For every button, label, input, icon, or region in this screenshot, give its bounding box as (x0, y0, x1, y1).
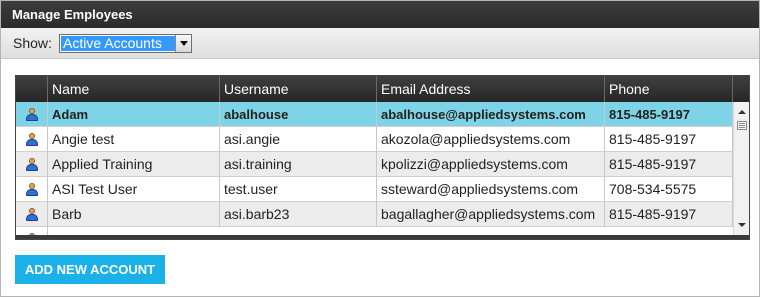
chevron-down-icon[interactable] (175, 35, 191, 52)
column-header-username[interactable]: Username (220, 76, 377, 102)
table-row[interactable]: Applied Training asi.training kpolizzi@a… (16, 152, 733, 177)
show-label: Show: (13, 35, 52, 51)
cell-name: Adam (48, 102, 220, 127)
cell-phone: 815-485-9197 (605, 102, 733, 127)
cell-email: akozola@appliedsystems.com (377, 127, 605, 152)
cell-username: abalhouse (220, 102, 377, 127)
cell-phone: 815-485-9197 (605, 152, 733, 177)
cell-username: asi.training (220, 152, 377, 177)
scroll-thumb[interactable] (737, 121, 747, 130)
cell-name: Applied Training (48, 152, 220, 177)
user-icon (16, 177, 48, 202)
table-scrollbar[interactable] (733, 102, 749, 235)
scroll-up-icon[interactable] (738, 110, 746, 114)
cell-email: ssteward@appliedsystems.com (377, 177, 605, 202)
icon-column-header (16, 76, 48, 102)
cell-email: abalhouse@appliedsystems.com (377, 102, 605, 127)
cell-name: Barb (48, 202, 220, 227)
panel-title: Manage Employees (1, 1, 759, 28)
table-row[interactable]: Angie test asi.angie akozola@appliedsyst… (16, 127, 733, 152)
table-footer (16, 235, 749, 239)
table-row[interactable]: ASI Test User test.user ssteward@applied… (16, 177, 733, 202)
table-row[interactable]: Barb asi.barb23 bagallagher@appliedsyste… (16, 202, 733, 227)
cell-phone: 708-534-5575 (605, 177, 733, 202)
employees-table: Name Username Email Address Phone Adam a… (15, 75, 750, 240)
cell-name: ASI Test User (48, 177, 220, 202)
column-header-phone[interactable]: Phone (605, 76, 733, 102)
add-new-account-button[interactable]: ADD NEW ACCOUNT (15, 255, 165, 284)
column-header-name[interactable]: Name (48, 76, 220, 102)
table-body: Adam abalhouse abalhouse@appliedsystems.… (16, 102, 733, 235)
filter-bar: Show: Active Accounts (1, 28, 759, 59)
table-row-partial[interactable] (16, 227, 733, 235)
column-header-email[interactable]: Email Address (377, 76, 605, 102)
cell-username: test.user (220, 177, 377, 202)
cell-phone: 815-485-9197 (605, 202, 733, 227)
cell-email: kpolizzi@appliedsystems.com (377, 152, 605, 177)
cell-email: bagallagher@appliedsystems.com (377, 202, 605, 227)
user-icon (16, 102, 48, 127)
table-header: Name Username Email Address Phone (16, 76, 749, 102)
account-filter-select[interactable]: Active Accounts (59, 34, 192, 53)
cell-name: Angie test (48, 127, 220, 152)
cell-username: asi.angie (220, 127, 377, 152)
user-icon (16, 227, 48, 235)
account-filter-value: Active Accounts (61, 36, 175, 51)
cell-phone: 815-485-9197 (605, 127, 733, 152)
scroll-down-icon[interactable] (738, 223, 746, 227)
manage-employees-panel: Manage Employees Show: Active Accounts N… (0, 0, 760, 297)
table-row[interactable]: Adam abalhouse abalhouse@appliedsystems.… (16, 102, 733, 127)
user-icon (16, 152, 48, 177)
user-icon (16, 127, 48, 152)
user-icon (16, 202, 48, 227)
cell-username: asi.barb23 (220, 202, 377, 227)
